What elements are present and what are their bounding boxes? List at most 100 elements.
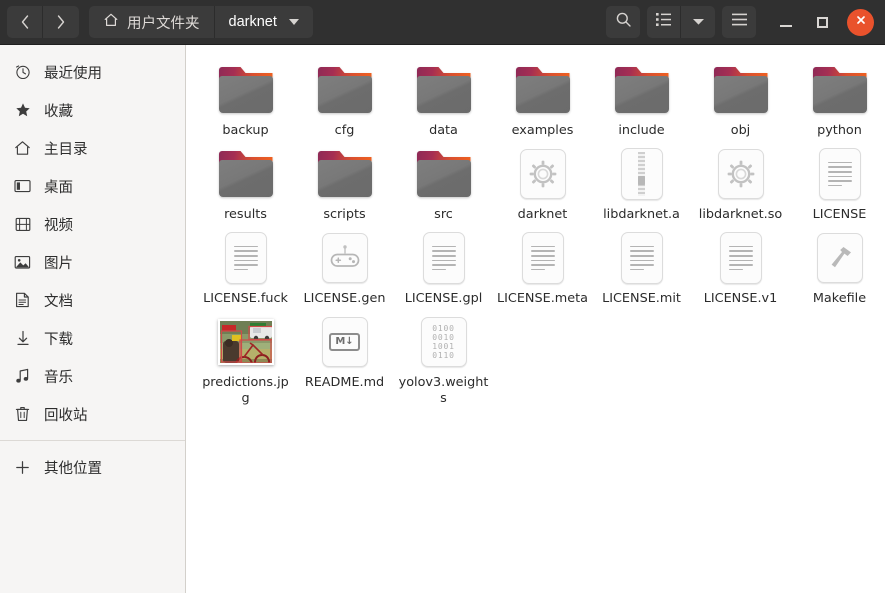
text-file-icon xyxy=(613,229,671,287)
file-item[interactable]: src xyxy=(394,139,493,223)
file-item[interactable]: data xyxy=(394,55,493,139)
download-icon xyxy=(14,330,31,347)
video-icon xyxy=(14,216,31,233)
back-button[interactable] xyxy=(7,6,43,38)
file-item[interactable]: libdarknet.so xyxy=(691,139,790,223)
file-label: LICENSE.meta xyxy=(497,291,588,306)
file-label: yolov3.weights xyxy=(398,375,489,406)
text-file-icon xyxy=(712,229,770,287)
sidebar-item-desktop[interactable]: 桌面 xyxy=(0,167,185,205)
music-note-icon xyxy=(14,368,31,385)
file-item[interactable]: predictions.jpg xyxy=(196,307,295,407)
folder-icon xyxy=(811,61,869,119)
search-button[interactable] xyxy=(606,6,640,38)
trash-icon xyxy=(14,406,31,423)
zipper-icon xyxy=(638,152,645,196)
sidebar-item-music[interactable]: 音乐 xyxy=(0,357,185,395)
file-label: LICENSE.gpl xyxy=(404,291,483,306)
sidebar-item-trash[interactable]: 回收站 xyxy=(0,395,185,433)
hamburger-menu-icon xyxy=(731,13,748,31)
folder-icon xyxy=(415,145,473,203)
file-item[interactable]: LICENSE.fuck xyxy=(196,223,295,307)
view-mode-group xyxy=(647,6,715,38)
sidebar-item-other-locations[interactable]: 其他位置 xyxy=(0,448,185,486)
file-item[interactable]: LICENSE.v1 xyxy=(691,223,790,307)
file-label: LICENSE.fuck xyxy=(203,291,288,306)
executable-gear-icon xyxy=(712,145,770,203)
markdown-badge: M↓ xyxy=(329,333,360,351)
file-item[interactable]: LICENSE.gen xyxy=(295,223,394,307)
sidebar-item-videos[interactable]: 视频 xyxy=(0,205,185,243)
file-item[interactable]: libdarknet.a xyxy=(592,139,691,223)
file-item[interactable]: backup xyxy=(196,55,295,139)
home-icon xyxy=(103,12,119,32)
sidebar-item-documents[interactable]: 文档 xyxy=(0,281,185,319)
markdown-file-icon: M↓ xyxy=(316,313,374,371)
list-view-button[interactable] xyxy=(647,6,681,38)
file-item[interactable]: cfg xyxy=(295,55,394,139)
file-item[interactable]: LICENSE.mit xyxy=(592,223,691,307)
file-label: backup xyxy=(222,123,269,138)
file-item[interactable]: LICENSE xyxy=(790,139,885,223)
file-item[interactable]: results xyxy=(196,139,295,223)
sidebar-item-label: 下载 xyxy=(44,331,73,348)
sidebar: 最近使用 收藏 主目录 桌面 视频 图片 文档 下载 音乐 回收站 其他位置 xyxy=(0,45,186,593)
sidebar-item-home[interactable]: 主目录 xyxy=(0,129,185,167)
text-lines-icon xyxy=(431,245,456,271)
breadcrumb: 用户文件夹 darknet xyxy=(89,6,313,38)
file-item[interactable]: darknet xyxy=(493,139,592,223)
list-view-icon xyxy=(655,12,672,32)
window-body: 最近使用 收藏 主目录 桌面 视频 图片 文档 下载 音乐 回收站 其他位置 b… xyxy=(0,45,885,593)
chevron-down-icon xyxy=(692,13,705,31)
view-options-dropdown-button[interactable] xyxy=(681,6,715,38)
document-icon xyxy=(14,292,31,309)
sidebar-item-pictures[interactable]: 图片 xyxy=(0,243,185,281)
sidebar-item-downloads[interactable]: 下载 xyxy=(0,319,185,357)
file-label: examples xyxy=(511,123,574,138)
file-item[interactable]: python xyxy=(790,55,885,139)
file-item[interactable]: include xyxy=(592,55,691,139)
text-lines-icon xyxy=(530,245,555,271)
file-item[interactable]: scripts xyxy=(295,139,394,223)
file-item[interactable]: 0100 0010 1001 0110 yolov3.weights xyxy=(394,307,493,407)
executable-gear-icon xyxy=(514,145,572,203)
main-menu-button[interactable] xyxy=(722,6,756,38)
text-lines-icon xyxy=(233,245,258,271)
maximize-icon xyxy=(816,16,828,28)
binary-digits: 0100 0010 1001 0110 xyxy=(432,324,454,360)
sidebar-item-label: 图片 xyxy=(44,255,73,272)
file-item[interactable]: M↓ README.md xyxy=(295,307,394,407)
forward-button[interactable] xyxy=(43,6,79,38)
folder-icon xyxy=(712,61,770,119)
sidebar-divider xyxy=(0,440,185,441)
binary-row: 0010 xyxy=(432,333,455,342)
file-label: predictions.jpg xyxy=(202,375,289,406)
file-item[interactable]: LICENSE.meta xyxy=(493,223,592,307)
file-label: Makefile xyxy=(812,291,867,306)
file-item[interactable]: LICENSE.gpl xyxy=(394,223,493,307)
header-bar: 用户文件夹 darknet xyxy=(0,0,885,45)
sidebar-item-recent[interactable]: 最近使用 xyxy=(0,53,185,91)
file-item[interactable]: Makefile xyxy=(790,223,885,307)
sidebar-item-label: 最近使用 xyxy=(44,65,102,82)
binary-row: 1001 xyxy=(432,342,455,351)
file-item[interactable]: obj xyxy=(691,55,790,139)
maximize-button[interactable] xyxy=(811,11,833,33)
sidebar-item-starred[interactable]: 收藏 xyxy=(0,91,185,129)
file-label: LICENSE xyxy=(812,207,867,222)
breadcrumb-item-current[interactable]: darknet xyxy=(213,6,313,38)
file-label: src xyxy=(434,207,453,222)
clock-icon xyxy=(14,64,31,81)
file-item[interactable]: examples xyxy=(493,55,592,139)
breadcrumb-item-home[interactable]: 用户文件夹 xyxy=(89,6,214,38)
icon-grid: backup cfg data examples include obj pyt… xyxy=(196,55,879,407)
makefile-hammer-icon xyxy=(811,229,869,287)
minimize-icon xyxy=(780,25,792,27)
plus-icon xyxy=(14,459,31,476)
file-label: obj xyxy=(730,123,751,138)
file-list-view[interactable]: backup cfg data examples include obj pyt… xyxy=(186,45,885,593)
text-lines-icon xyxy=(629,245,654,271)
minimize-button[interactable] xyxy=(775,11,797,33)
folder-icon xyxy=(415,61,473,119)
close-button[interactable] xyxy=(847,8,874,36)
